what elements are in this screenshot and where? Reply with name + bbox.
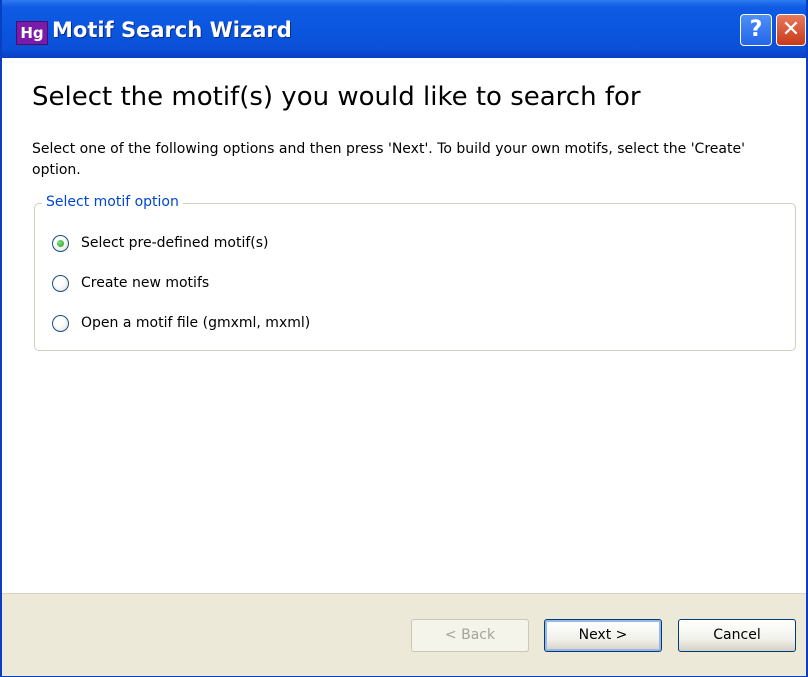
back-button[interactable]: < Back	[411, 619, 529, 652]
option-create-new-motifs[interactable]: Create new motifs	[52, 272, 209, 294]
window-title: Motif Search Wizard	[52, 18, 292, 42]
option-label: Select pre-defined motif(s)	[81, 235, 269, 251]
app-icon: Hg	[16, 21, 48, 45]
radio-button-checked[interactable]	[52, 234, 69, 252]
group-label: Select motif option	[42, 194, 183, 210]
radio-button[interactable]	[52, 274, 69, 292]
cancel-button[interactable]: Cancel	[678, 619, 796, 652]
option-predefined-motifs[interactable]: Select pre-defined motif(s)	[52, 232, 269, 254]
help-button[interactable]: ?	[740, 14, 772, 46]
wizard-window: Hg Motif Search Wizard ? ✕ Select the mo…	[0, 0, 808, 677]
close-button[interactable]: ✕	[776, 14, 806, 46]
option-open-motif-file[interactable]: Open a motif file (gmxml, mxml)	[52, 312, 310, 334]
page-title: Select the motif(s) you would like to se…	[32, 82, 641, 112]
option-label: Create new motifs	[81, 275, 210, 291]
instructions-text: Select one of the following options and …	[32, 141, 745, 178]
next-button[interactable]: Next >	[544, 619, 662, 652]
title-bar[interactable]: Hg Motif Search Wizard ? ✕	[2, 0, 806, 58]
option-label: Open a motif file (gmxml, mxml)	[81, 315, 311, 331]
radio-button[interactable]	[52, 314, 69, 332]
